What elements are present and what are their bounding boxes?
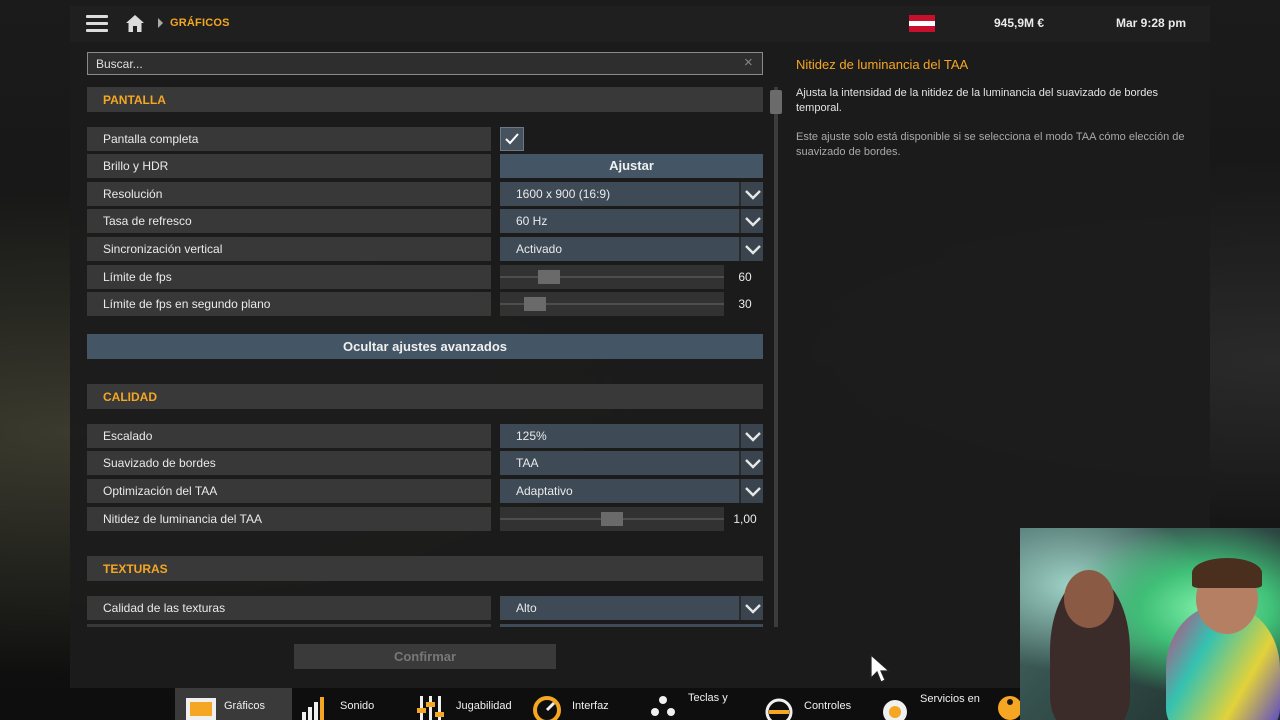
keys-icon [651,696,675,716]
tab-label: Servicios en [920,693,980,705]
vsync-dropdown[interactable]: Activado [500,237,763,261]
breadcrumb-arrow-icon [158,18,163,28]
tab-label: Sonido [340,700,375,712]
gauge-icon [533,696,561,720]
setting-label: Calidad de las texturas [87,596,491,620]
streamer-right-hair [1192,558,1262,588]
texture-quality-dropdown[interactable]: Alto [500,596,763,620]
scrollbar-thumb[interactable] [770,90,782,114]
info-description: Ajusta la intensidad de la nitidez de la… [796,87,1159,114]
chevron-down-icon[interactable] [739,596,763,620]
streamer-left-head [1064,570,1114,628]
scrollbar-track[interactable] [774,87,778,627]
settings-list: PANTALLA Pantalla completa Brillo y HDR … [87,87,763,627]
setting-label: Límite de fps en segundo plano [87,292,491,316]
chevron-down-icon[interactable] [739,237,763,261]
section-header-calidad: CALIDAD [87,384,763,409]
hamburger-menu-icon[interactable] [86,15,108,33]
setting-label: Límite de fps [87,265,491,289]
taa-optimization-dropdown[interactable]: Adaptativo [500,479,763,503]
tab-label: Gráficos [224,700,265,712]
sliders-icon [417,696,444,720]
tab-graficos[interactable]: Gráficos [175,688,292,720]
tab-sonido[interactable]: Sonido [292,688,408,720]
tab-label: Interfaz [572,700,609,712]
dropdown-value: Alto [516,601,537,615]
chevron-down-icon[interactable] [739,451,763,475]
slider-thumb[interactable] [524,297,546,311]
slider-thumb[interactable] [538,270,560,284]
setting-label: Pantalla completa [87,127,491,151]
dropdown-value: 1600 x 900 (16:9) [516,187,611,201]
setting-label: Escalado [87,424,491,448]
breadcrumb: GRÁFICOS [170,17,230,29]
setting-label: Sincronización vertical [87,237,491,261]
background-fps-limit-slider[interactable] [500,292,724,316]
checkmark-icon [505,133,519,145]
fullscreen-checkbox[interactable] [500,127,524,151]
tab-jugabilidad[interactable]: Jugabilidad [408,688,524,720]
setting-label: Nitidez de luminancia del TAA [87,507,491,531]
hide-advanced-settings-button[interactable]: Ocultar ajustes avanzados [87,334,763,359]
webcam-overlay [1020,528,1280,720]
online-services-icon [883,700,907,720]
scaling-dropdown[interactable]: 125% [500,424,763,448]
info-note: Este ajuste solo está disponible si se s… [796,131,1185,158]
antialiasing-dropdown[interactable]: TAA [500,451,763,475]
next-dropdown[interactable] [500,624,763,627]
taa-sharpness-slider[interactable] [500,507,724,531]
tab-controles[interactable]: Controles [756,688,872,720]
setting-label: Brillo y HDR [87,154,491,178]
tab-servicios[interactable]: Servicios en [872,688,988,720]
setting-label: Resolución [87,182,491,206]
dropdown-value: TAA [516,456,539,470]
tab-label: Teclas y [688,692,728,704]
game-clock: Mar 9:28 pm [1116,16,1187,30]
slider-thumb[interactable] [601,512,623,526]
dropdown-value: 60 Hz [516,214,548,228]
country-flag-icon [909,15,935,32]
bottom-tab-bar: Gráficos Sonido Jugabilidad Interfaz Tec… [175,688,1035,720]
chevron-down-icon[interactable] [739,424,763,448]
setting-label: Optimización del TAA [87,479,491,503]
confirm-button[interactable]: Confirmar [294,644,556,669]
tab-interfaz[interactable]: Interfaz [524,688,640,720]
mouse-cursor-icon [870,654,890,683]
chevron-down-icon[interactable] [739,182,763,206]
setting-label [87,624,491,627]
chevron-down-icon[interactable] [739,209,763,233]
section-header-pantalla: PANTALLA [87,87,763,112]
resolution-dropdown[interactable]: 1600 x 900 (16:9) [500,182,763,206]
tab-label: Jugabilidad [456,700,512,712]
steering-wheel-icon [765,698,793,720]
monitor-icon [186,698,216,720]
money-balance: 945,9M € [994,16,1045,30]
home-icon[interactable] [125,14,145,33]
slider-value: 60 [738,270,752,284]
dropdown-value: Adaptativo [516,484,573,498]
info-title: Nitidez de luminancia del TAA [796,57,969,72]
setting-label: Suavizado de bordes [87,451,491,475]
tab-teclas[interactable]: Teclas y [640,688,756,720]
section-header-texturas: TEXTURAS [87,556,763,581]
dropdown-value: Activado [516,242,563,256]
search-input[interactable] [87,52,763,75]
tab-label: Controles [804,700,852,712]
volume-bars-icon [302,697,324,720]
top-bar: GRÁFICOS 945,9M € Mar 9:28 pm [70,6,1210,42]
fps-limit-slider[interactable] [500,265,724,289]
dropdown-value: 125% [516,429,547,443]
chevron-down-icon[interactable] [739,479,763,503]
clear-search-icon[interactable]: × [744,55,753,70]
slider-value: 30 [738,297,752,311]
setting-label: Tasa de refresco [87,209,491,233]
refresh-rate-dropdown[interactable]: 60 Hz [500,209,763,233]
slider-value: 1,00 [733,512,757,526]
adjust-brightness-button[interactable]: Ajustar [500,154,763,178]
